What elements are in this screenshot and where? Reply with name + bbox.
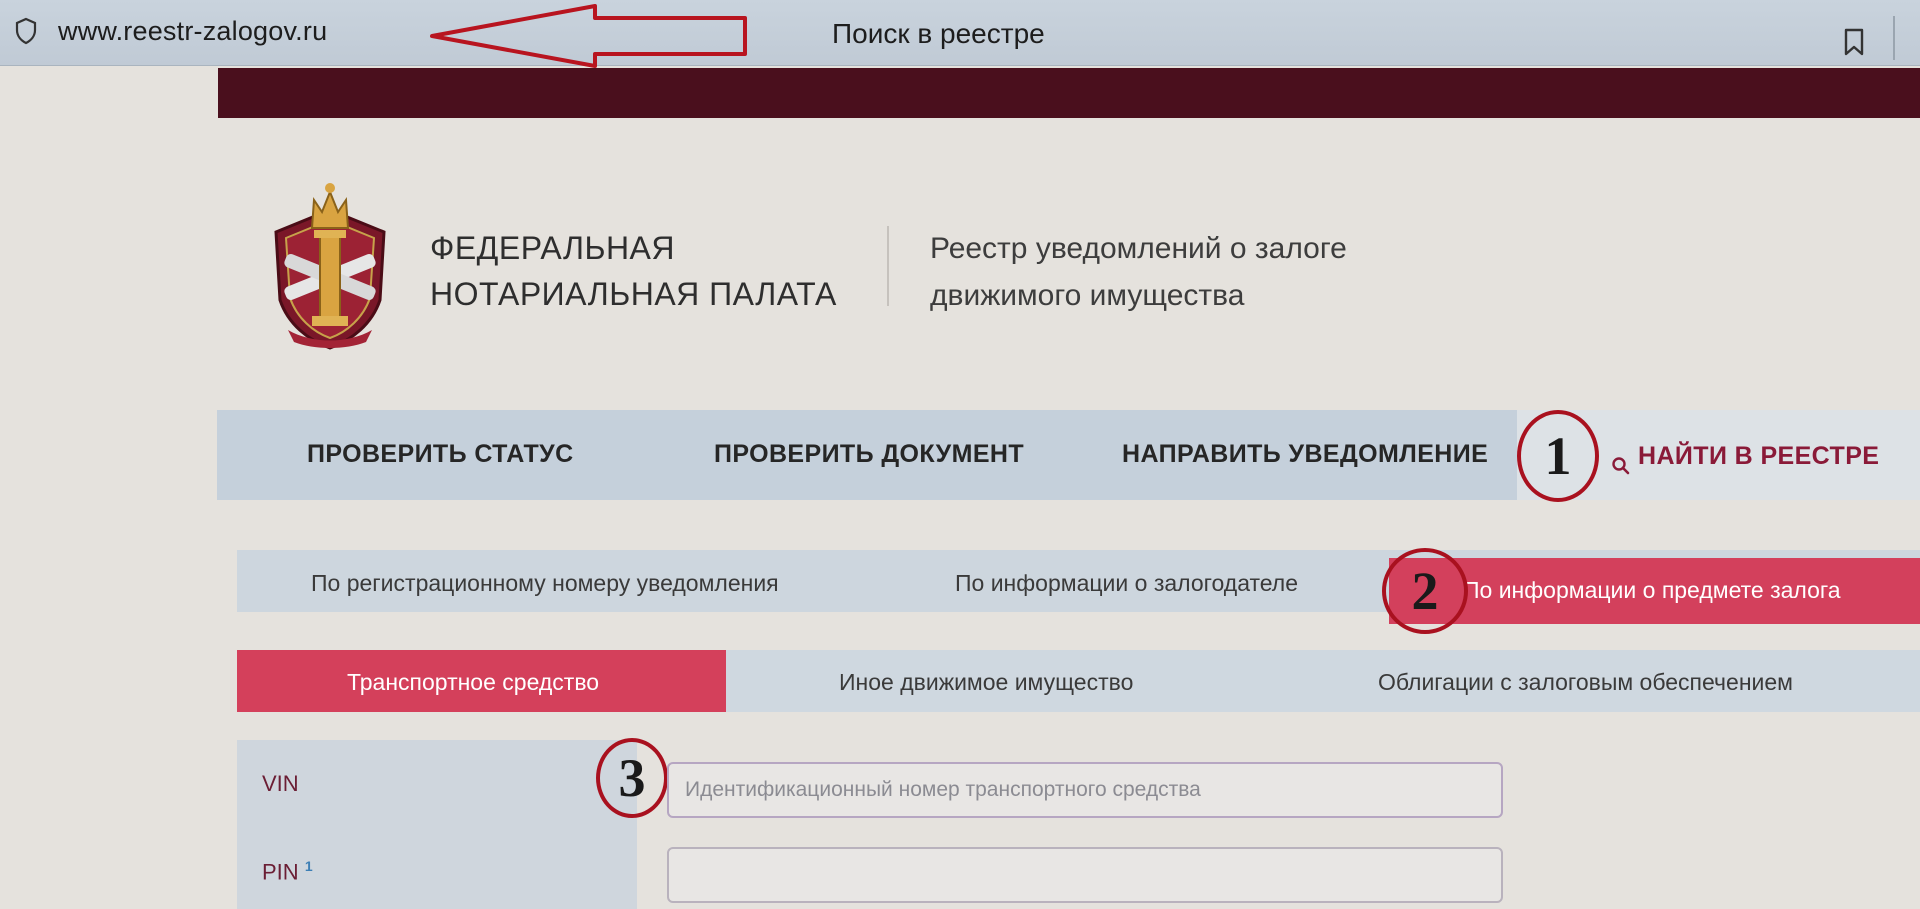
vin-label: VIN — [262, 771, 299, 796]
property-type-tabs: Транспортное средство Иное движимое имущ… — [237, 650, 1920, 712]
tab-secured-bonds[interactable]: Облигации с залоговым обеспечением — [1378, 669, 1793, 696]
pin-input[interactable] — [667, 847, 1503, 903]
url-text[interactable]: www.reestr-zalogov.ru — [58, 16, 327, 47]
tab-by-pledgor-info[interactable]: По информации о залогодателе — [955, 570, 1298, 597]
browser-address-bar: www.reestr-zalogov.ru Поиск в реестре — [0, 0, 1920, 68]
browser-tab-title: Поиск в реестре — [832, 18, 1045, 49]
pin-label: PIN 1 — [262, 858, 313, 885]
bookmark-icon[interactable] — [1843, 28, 1865, 56]
search-icon[interactable] — [1611, 456, 1631, 476]
registry-title: Реестр уведомлений о залоге движимого им… — [930, 225, 1347, 319]
annotation-marker-3: 3 — [596, 738, 668, 818]
tab-by-registration-number[interactable]: По регистрационному номеру уведомления — [311, 570, 779, 597]
notary-emblem-logo[interactable] — [262, 172, 398, 352]
annotation-marker-2: 2 — [1382, 548, 1468, 634]
header-divider — [887, 226, 889, 306]
vin-input[interactable] — [667, 762, 1503, 818]
tab-by-pledge-subject-info[interactable]: По информации о предмете залога — [1463, 577, 1841, 604]
toolbar-divider — [1893, 16, 1895, 60]
search-type-tabs: По регистрационному номеру уведомления П… — [237, 550, 1920, 624]
nav-check-status[interactable]: ПРОВЕРИТЬ СТАТУС — [307, 440, 574, 469]
organization-name-line2: НОТАРИАЛЬНАЯ ПАЛАТА — [430, 276, 837, 312]
tab-other-movable-property[interactable]: Иное движимое имущество — [839, 669, 1133, 696]
nav-send-notification[interactable]: НАПРАВИТЬ УВЕДОМЛЕНИЕ — [1122, 440, 1488, 469]
nav-check-document[interactable]: ПРОВЕРИТЬ ДОКУМЕНТ — [714, 440, 1024, 469]
registry-title-line1: Реестр уведомлений о залоге — [930, 232, 1347, 265]
shield-icon[interactable] — [14, 17, 38, 45]
registry-title-line2: движимого имущества — [930, 279, 1245, 312]
organization-name: ФЕДЕРАЛЬНАЯ НОТАРИАЛЬНАЯ ПАЛАТА — [430, 225, 837, 317]
tab-vehicle[interactable]: Транспортное средство — [347, 669, 599, 696]
annotation-marker-1: 1 — [1517, 410, 1599, 502]
pin-footnote-marker[interactable]: 1 — [305, 858, 313, 874]
pin-label-text: PIN — [262, 859, 299, 885]
nav-find-in-registry[interactable]: НАЙТИ В РЕЕСТРЕ — [1638, 442, 1879, 471]
organization-name-line1: ФЕДЕРАЛЬНАЯ — [430, 230, 675, 266]
main-navigation: ПРОВЕРИТЬ СТАТУС ПРОВЕРИТЬ ДОКУМЕНТ НАПР… — [217, 410, 1920, 500]
arrow-annotation — [430, 4, 747, 68]
top-banner — [218, 68, 1920, 118]
